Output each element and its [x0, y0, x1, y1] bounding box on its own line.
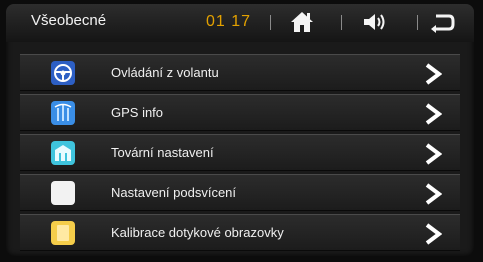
chevron-right-icon [424, 223, 442, 245]
chevron-right-icon [424, 103, 442, 125]
settings-screen: Všeobecné 01 17 Ovládání z volantu GPS i… [6, 4, 474, 256]
menu-item-factory-settings[interactable]: Tovární nastavení [20, 134, 460, 171]
menu-item-label: Tovární nastavení [111, 145, 214, 160]
settings-menu: Ovládání z volantu GPS info Tovární nast… [20, 54, 460, 254]
chevron-right-icon [424, 63, 442, 85]
page-title: Všeobecné [31, 12, 107, 29]
header-bar: Všeobecné 01 17 [6, 4, 474, 42]
separator [341, 15, 342, 30]
gps-icon [51, 101, 75, 125]
separator [270, 15, 271, 30]
menu-item-backlight[interactable]: Nastavení podsvícení [20, 174, 460, 211]
touch-calibration-icon [51, 221, 75, 245]
menu-item-steering-wheel[interactable]: Ovládání z volantu [20, 54, 460, 91]
menu-item-label: Ovládání z volantu [111, 65, 219, 80]
back-icon[interactable] [427, 10, 455, 34]
menu-item-label: GPS info [111, 105, 164, 120]
menu-item-label: Kalibrace dotykové obrazovky [111, 225, 284, 240]
backlight-icon [51, 181, 75, 205]
menu-item-gps-info[interactable]: GPS info [20, 94, 460, 131]
clock: 01 17 [206, 13, 252, 30]
menu-item-touch-calibration[interactable]: Kalibrace dotykové obrazovky [20, 214, 460, 251]
factory-icon [51, 141, 75, 165]
chevron-right-icon [424, 143, 442, 165]
chevron-right-icon [424, 183, 442, 205]
menu-item-label: Nastavení podsvícení [111, 185, 237, 200]
home-icon[interactable] [288, 10, 316, 34]
volume-icon[interactable] [361, 10, 389, 34]
separator [417, 15, 418, 30]
steering-wheel-icon [51, 61, 75, 85]
